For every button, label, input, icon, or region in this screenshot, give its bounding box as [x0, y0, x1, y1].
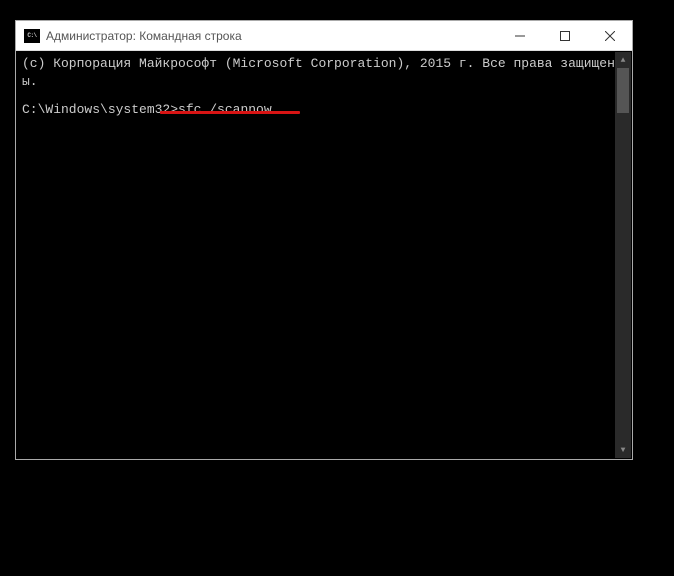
scrollbar-thumb[interactable] [617, 68, 629, 113]
copyright-line: (с) Корпорация Майкрософт (Microsoft Cor… [22, 55, 626, 91]
window-controls [497, 21, 632, 50]
console-area[interactable]: (с) Корпорация Майкрософт (Microsoft Cor… [16, 51, 632, 459]
close-icon [605, 31, 615, 41]
maximize-button[interactable] [542, 21, 587, 50]
scroll-up-arrow[interactable]: ▲ [615, 52, 631, 68]
prompt-text: C:\Windows\system32> [22, 102, 178, 117]
close-button[interactable] [587, 21, 632, 50]
minimize-button[interactable] [497, 21, 542, 50]
titlebar[interactable]: Администратор: Командная строка [16, 21, 632, 51]
cmd-icon [24, 29, 40, 43]
window-title: Администратор: Командная строка [46, 29, 242, 43]
vertical-scrollbar[interactable]: ▲ ▼ [615, 52, 631, 458]
maximize-icon [560, 31, 570, 41]
command-prompt-window: Администратор: Командная строка (с) Корп… [15, 20, 633, 460]
minimize-icon [515, 31, 525, 41]
scroll-down-arrow[interactable]: ▼ [615, 442, 631, 458]
annotation-underline [160, 111, 300, 114]
prompt-line: C:\Windows\system32>sfc /scannow [22, 101, 626, 119]
desktop-background: Администратор: Командная строка (с) Корп… [0, 0, 674, 576]
command-text: sfc /scannow [178, 102, 272, 117]
